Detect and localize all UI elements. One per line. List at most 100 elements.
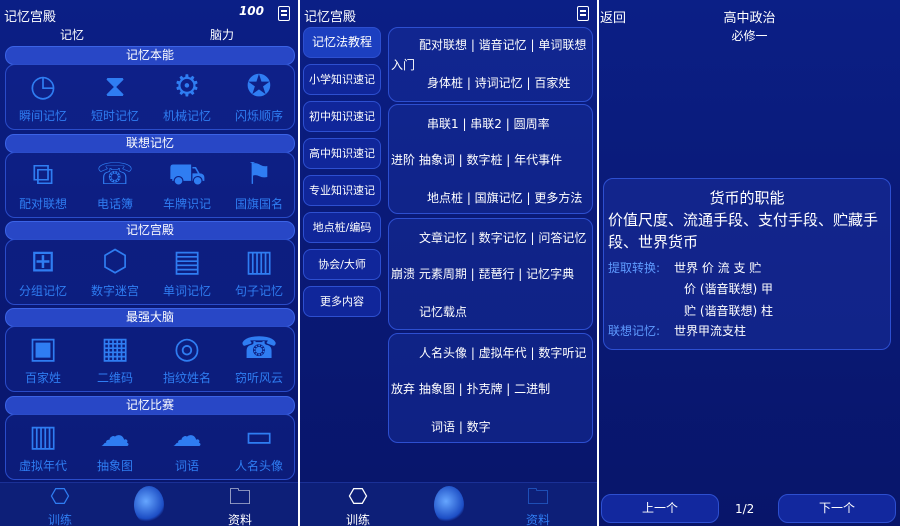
detail-screen: 返回 高中政治 必修一 货币的职能 价值尺度、流通手段、支付手段、贮藏手段、世界… bbox=[599, 0, 900, 526]
method-row[interactable]: 文章记忆 | 数字记忆 | 问答记忆 bbox=[419, 229, 586, 246]
cloud-word-icon: ☁ bbox=[172, 419, 202, 454]
category-button[interactable]: 协会/大师 bbox=[303, 249, 381, 280]
game-item-label: 车牌识记 bbox=[162, 197, 211, 211]
material-screen: 记忆宫殿 记忆法教程小学知识速记 初中知识速记 高中知识速记 专业知识速记 地点桩/编码… bbox=[300, 0, 597, 526]
category-button[interactable]: 小学知识速记 bbox=[303, 64, 381, 95]
method-row[interactable]: 崩溃 元素周期 | 琵琶行 | 记忆字典 bbox=[391, 265, 574, 282]
game-item[interactable]: ▤ 单词记忆 bbox=[152, 242, 222, 299]
document-icon: ▥ bbox=[244, 244, 274, 279]
brain-logo-icon[interactable] bbox=[434, 486, 464, 524]
notes-icon[interactable] bbox=[278, 6, 290, 21]
game-item-label: 数字迷宫 bbox=[90, 284, 139, 298]
car-icon: ⛟ bbox=[168, 157, 206, 192]
section-header: 最强大脑 bbox=[5, 308, 295, 327]
category-button[interactable]: 记忆法教程 bbox=[303, 27, 381, 58]
method-row[interactable]: 入门 bbox=[391, 56, 415, 73]
game-item[interactable]: ⚑ 国旗国名 bbox=[224, 155, 294, 212]
game-item[interactable]: ▥ 句子记忆 bbox=[224, 242, 294, 299]
game-item-label: 词语 bbox=[174, 459, 199, 473]
game-item[interactable]: ⛟ 车牌识记 bbox=[152, 155, 222, 212]
game-item[interactable]: ⊞ 分组记忆 bbox=[8, 242, 78, 299]
game-item[interactable]: ☁ 词语 bbox=[152, 417, 222, 474]
category-button[interactable]: 地点桩/编码 bbox=[303, 212, 381, 243]
cube-icon: ⬡ bbox=[101, 244, 129, 279]
game-item[interactable]: ▦ 二维码 bbox=[80, 329, 150, 386]
category-button[interactable]: 专业知识速记 bbox=[303, 175, 381, 206]
nav-train-label: 训练 bbox=[345, 513, 370, 526]
nav-train[interactable]: ⎔ 训练 bbox=[30, 485, 90, 526]
nav-material[interactable]: 🗀 资料 bbox=[508, 485, 568, 526]
game-item-label: 百家姓 bbox=[24, 371, 61, 385]
game-item[interactable]: ☁ 抽象图 bbox=[80, 417, 150, 474]
abstract-icon: ☁ bbox=[100, 419, 130, 454]
game-item[interactable]: ⧉ 配对联想 bbox=[8, 155, 78, 212]
game-item[interactable]: ▥ 虚拟年代 bbox=[8, 417, 78, 474]
mnemonic-line-1: 价 (谐音联想) 甲 bbox=[684, 282, 773, 296]
section-header: 记忆本能 bbox=[5, 46, 295, 65]
phone-icon: ☎ bbox=[240, 331, 278, 366]
folder-icon: 🗀 bbox=[228, 485, 251, 510]
method-row[interactable]: 配对联想 | 谐音记忆 | 单词联想 bbox=[419, 36, 586, 53]
method-card[interactable]: 文章记忆 | 数字记忆 | 问答记忆崩溃 元素周期 | 琵琶行 | 记忆字典记忆… bbox=[388, 218, 593, 330]
prev-button[interactable]: 上一个 bbox=[601, 494, 719, 523]
method-row[interactable]: 地点桩 | 国旗记忆 | 更多方法 bbox=[427, 189, 582, 206]
category-button[interactable]: 更多内容 bbox=[303, 286, 381, 317]
game-item[interactable]: ▣ 百家姓 bbox=[8, 329, 78, 386]
method-row[interactable]: 放弃 抽象图 | 扑克牌 | 二进制 bbox=[391, 380, 550, 397]
tab-memory[interactable]: 记忆 bbox=[60, 26, 84, 43]
method-card[interactable]: 配对联想 | 谐音记忆 | 单词联想 入门 身体桩 | 诗词记忆 | 百家姓 bbox=[388, 27, 593, 102]
game-item-label: 单词记忆 bbox=[162, 284, 211, 298]
pair-icon: ⧉ bbox=[32, 157, 54, 192]
method-card[interactable]: 人名头像 | 虚拟年代 | 数字听记放弃 抽象图 | 扑克牌 | 二进制词语 |… bbox=[388, 333, 593, 443]
assoc-value: 世界甲流支柱 bbox=[674, 324, 747, 338]
folder-icon: 🗀 bbox=[526, 485, 549, 510]
card-title: 货币的职能 bbox=[709, 189, 785, 207]
method-row[interactable]: 词语 | 数字 bbox=[431, 418, 491, 435]
method-row[interactable]: 串联1 | 串联2 | 圆周率 bbox=[427, 115, 550, 132]
game-item[interactable]: ◷ 瞬间记忆 bbox=[8, 67, 78, 124]
top-bar: 记忆宫殿 bbox=[300, 0, 597, 26]
game-item[interactable]: ☎ 窃听风云 bbox=[224, 329, 294, 386]
game-item[interactable]: ⚙ 机械记忆 bbox=[152, 67, 222, 124]
brain-logo-icon[interactable] bbox=[134, 486, 164, 524]
nav-train[interactable]: ⎔ 训练 bbox=[328, 485, 388, 526]
flag-icon: ⚑ bbox=[245, 157, 273, 192]
method-row[interactable]: 身体桩 | 诗词记忆 | 百家姓 bbox=[427, 74, 570, 91]
game-item-label: 国旗国名 bbox=[234, 197, 283, 211]
method-row[interactable]: 人名头像 | 虚拟年代 | 数字听记 bbox=[419, 344, 586, 361]
idcard-icon: ▭ bbox=[244, 419, 274, 454]
game-item[interactable]: ▭ 人名头像 bbox=[224, 417, 294, 474]
game-item-label: 闪烁顺序 bbox=[234, 109, 283, 123]
cube-network-icon: ⎔ bbox=[348, 485, 368, 510]
game-item-label: 配对联想 bbox=[18, 197, 67, 211]
page-subtitle: 必修一 bbox=[731, 29, 768, 43]
game-item-label: 二维码 bbox=[96, 371, 133, 385]
letters-icon: ▤ bbox=[172, 244, 202, 279]
section-grid: ▥ 虚拟年代 ☁ 抽象图 ☁ 词语 ▭ 人名头像 bbox=[5, 414, 295, 480]
method-card[interactable]: 串联1 | 串联2 | 圆周率进阶 抽象词 | 数字桩 | 年代事件地点桩 | … bbox=[388, 104, 593, 214]
extract-label: 提取转换: bbox=[608, 261, 661, 275]
phonebook-icon: ☏ bbox=[96, 157, 134, 192]
game-item[interactable]: ✪ 闪烁顺序 bbox=[224, 67, 294, 124]
game-item[interactable]: ⧗ 短时记忆 bbox=[80, 67, 150, 124]
game-item[interactable]: ☏ 电话簿 bbox=[80, 155, 150, 212]
top-bar: 记忆宫殿 100 bbox=[0, 0, 298, 26]
method-row[interactable]: 进阶 抽象词 | 数字桩 | 年代事件 bbox=[391, 151, 562, 168]
notes-icon[interactable] bbox=[577, 6, 589, 21]
game-item-label: 抽象图 bbox=[96, 459, 133, 473]
next-button[interactable]: 下一个 bbox=[778, 494, 896, 523]
game-item[interactable]: ◎ 指纹姓名 bbox=[152, 329, 222, 386]
section-header: 记忆宫殿 bbox=[5, 221, 295, 240]
game-item-label: 分组记忆 bbox=[18, 284, 67, 298]
category-button[interactable]: 初中知识速记 bbox=[303, 101, 381, 132]
method-row[interactable]: 记忆载点 bbox=[419, 303, 467, 320]
nav-material[interactable]: 🗀 资料 bbox=[210, 485, 270, 526]
mnemonic-line-2: 贮 (谐音联想) 柱 bbox=[684, 304, 773, 318]
card-text: 价值尺度、流通手段、支付手段、贮藏手段、世界货币 bbox=[608, 211, 879, 251]
category-button[interactable]: 高中知识速记 bbox=[303, 138, 381, 169]
game-item[interactable]: ⬡ 数字迷宫 bbox=[80, 242, 150, 299]
game-item-label: 瞬间记忆 bbox=[18, 109, 67, 123]
section-grid: ◷ 瞬间记忆 ⧗ 短时记忆 ⚙ 机械记忆 ✪ 闪烁顺序 bbox=[5, 64, 295, 130]
tab-brain[interactable]: 脑力 bbox=[210, 26, 234, 43]
game-item-label: 窃听风云 bbox=[234, 371, 283, 385]
